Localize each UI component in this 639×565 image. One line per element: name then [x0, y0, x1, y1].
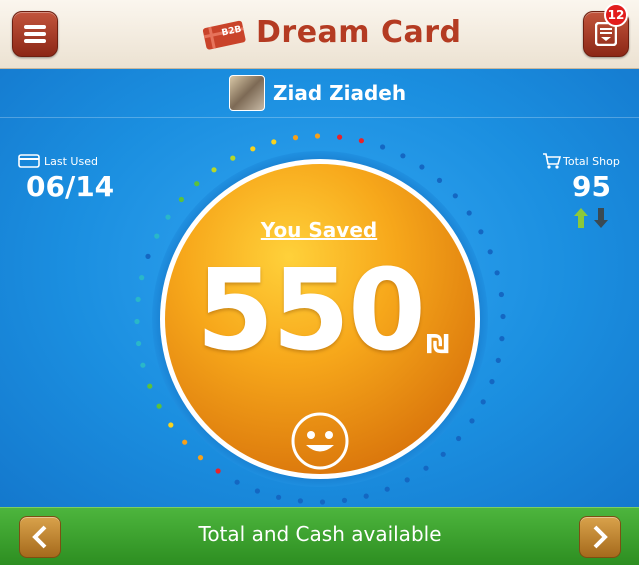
gauge-dot: [423, 465, 429, 471]
up-down-arrows-icon: [574, 208, 608, 228]
gauge-dot: [495, 357, 501, 363]
gauge-dot: [250, 146, 256, 152]
gauge-dot: [135, 296, 141, 302]
gauge-dot: [452, 193, 458, 199]
gauge-dot: [500, 313, 506, 320]
gauge-dot: [271, 139, 277, 145]
gauge-dot: [140, 362, 146, 368]
gauge-dot: [400, 153, 406, 159]
gauge-dot: [297, 498, 303, 504]
previous-button[interactable]: [19, 516, 61, 558]
gauge-dot: [182, 439, 188, 445]
gauge-dot: [341, 497, 348, 503]
gauge-dot: [154, 233, 160, 239]
footer-title: Total and Cash available: [198, 522, 442, 546]
gauge-dot: [499, 336, 505, 342]
gauge-dot: [194, 181, 200, 187]
gauge-dot: [197, 455, 204, 461]
gauge-dot: [156, 403, 162, 409]
gauge-dot: [384, 486, 390, 492]
gauge-dot: [215, 468, 221, 474]
total-shop-label: Total Shop: [563, 155, 620, 168]
gauge-dot: [211, 167, 217, 173]
gauge-dot: [254, 488, 260, 494]
shopping-cart-icon: [543, 153, 562, 169]
gauge-dot: [494, 270, 500, 276]
gauge-dot: [466, 210, 472, 216]
gauge-dot: [498, 291, 504, 298]
gauge-dot: [456, 435, 462, 442]
credit-card-icon: [18, 154, 40, 168]
gauge-dot: [276, 494, 282, 500]
gauge-dot: [292, 135, 299, 141]
gauge-dot: [136, 340, 142, 347]
gauge-dot: [480, 399, 486, 405]
gauge-dot: [165, 214, 171, 220]
gauge-dot: [178, 196, 184, 203]
gauge-dot: [440, 451, 446, 457]
gauge-dot: [380, 144, 386, 150]
gauge-dot: [234, 479, 240, 485]
gauge-dot: [478, 229, 484, 235]
chevron-left-icon: [32, 525, 47, 549]
gauge-dot: [230, 155, 236, 161]
last-used-value: 06/14: [26, 170, 115, 203]
gauge-dot: [404, 477, 410, 483]
gauge-dot: [134, 318, 140, 325]
gauge-dot: [319, 499, 326, 505]
chevron-right-icon: [593, 525, 608, 549]
saved-amount: 550: [196, 246, 426, 376]
smiley-icon: [291, 412, 349, 470]
gauge-dot: [147, 383, 153, 389]
last-used-label: Last Used: [44, 155, 98, 168]
gauge-dot: [358, 138, 364, 144]
gauge-dot: [487, 249, 493, 255]
you-saved-label: You Saved: [260, 218, 378, 242]
gauge-dot: [139, 275, 145, 281]
currency-symbol: ₪: [426, 330, 450, 360]
gauge-dot: [436, 177, 443, 183]
gauge-dot: [363, 493, 369, 499]
gauge-dot: [145, 253, 151, 259]
footer-bar: Total and Cash available: [0, 507, 639, 565]
gauge-dot: [314, 133, 321, 139]
total-shop-value: 95: [572, 170, 611, 203]
gauge-dot: [489, 379, 495, 385]
gauge-dot: [419, 164, 425, 170]
gauge-dot: [337, 134, 343, 140]
next-button[interactable]: [579, 516, 621, 558]
gauge-dot: [168, 422, 174, 428]
gauge-dot: [469, 418, 475, 424]
